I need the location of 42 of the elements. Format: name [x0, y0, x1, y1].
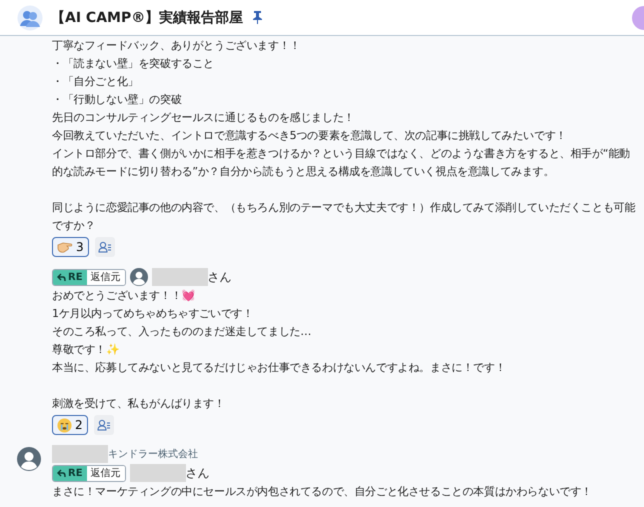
- reply-tag[interactable]: RE 返信元: [52, 464, 126, 482]
- reactors-button[interactable]: [94, 415, 114, 435]
- message-line: イントロ部分で、書く側がいかに相手を惹きつけるか？という目線ではなく、どのような書き方をすると、相手が“能動的な読みモードに切り替わる”か？自分から読もうと思える構成を意識していく視点を意識してみます。: [52, 146, 631, 180]
- re-label: RE: [53, 466, 87, 480]
- redacted-name: [52, 445, 108, 463]
- message-line: 丁寧なフィードバック、ありがとうございます！！: [52, 38, 302, 54]
- user-avatar: [17, 447, 41, 471]
- reactors-button[interactable]: [94, 237, 115, 257]
- message-line: 尊敬です！✨: [52, 342, 121, 358]
- redacted-name: [152, 268, 208, 286]
- message-line: 1ケ月以内ってめちゃめちゃすごいです！: [52, 306, 254, 322]
- message-line: そのころ私って、入ったもののまだ迷走してました…: [52, 324, 312, 340]
- user-list-icon: [98, 241, 112, 253]
- reply-tag[interactable]: RE 返信元: [52, 268, 126, 286]
- reply-source-label: 返信元: [86, 270, 125, 284]
- company-name: キンドラー株式会社: [108, 448, 198, 461]
- room-title: 【AI CAMP®】実績報告部屋: [51, 8, 244, 26]
- message-line: 今回教えていただいた、イントロで意識するべき5つの要素を意識して、次の記事に挑戦してみたいです！: [52, 128, 568, 144]
- reply-source-label: 返信元: [86, 466, 125, 480]
- honorific: さん: [186, 464, 210, 482]
- message-line: ・「行動しない壁」の突破: [52, 92, 183, 108]
- message-line: おめでとうございます！！💓: [52, 288, 196, 304]
- message-line: 同じように恋愛記事の他の内容で、（もちろん別のテーマでも大丈夫です！）作成してみて添削していただくことも可能ですか？: [52, 200, 636, 234]
- message-line: ・「読まない壁」を突破すること: [52, 56, 216, 72]
- honorific: さん: [208, 268, 232, 286]
- reply-arrow-icon: [57, 469, 66, 477]
- message-line: 本当に、応募してみないと見てるだけじゃお仕事できるわけないんですよね。まさに！です！: [52, 360, 507, 376]
- pin-icon[interactable]: [253, 11, 262, 24]
- message-line: 刺激を受けて、私もがんばります！: [52, 396, 226, 412]
- user-avatar: [130, 268, 148, 286]
- message-line: 先日のコンサルティングセールスに通じるものを感じました！: [52, 110, 356, 126]
- reply-arrow-icon: [57, 273, 66, 281]
- user-list-icon: [96, 419, 111, 431]
- reaction-button[interactable]: 2: [52, 415, 88, 435]
- redacted-name: [130, 464, 186, 482]
- message-line: ・「自分ごと化」: [52, 74, 140, 90]
- crying-face-icon: [57, 418, 72, 432]
- hand-icon: [57, 240, 73, 254]
- reaction-button[interactable]: 3: [52, 237, 89, 257]
- group-avatar-icon: [17, 4, 43, 30]
- re-label: RE: [53, 270, 87, 284]
- message-line: まさに！マーケティングの中にセールスが内包されてるので、自分ごと化させることの本質はかわらないです！: [52, 484, 594, 500]
